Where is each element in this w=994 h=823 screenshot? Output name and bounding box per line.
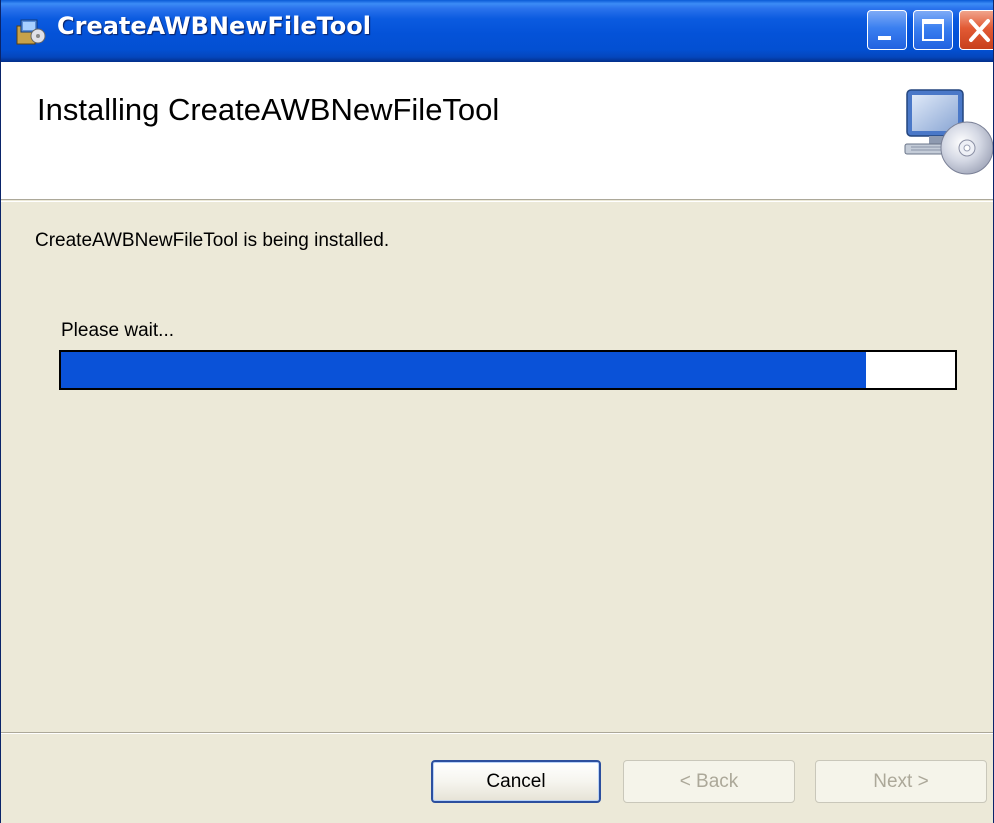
header-banner: Installing CreateAWBNewFileTool — [1, 62, 993, 200]
cancel-button[interactable]: Cancel — [431, 760, 601, 803]
minimize-icon — [878, 36, 891, 40]
footer-divider-highlight — [1, 733, 993, 734]
minimize-button[interactable] — [867, 10, 907, 50]
installer-package-icon — [16, 19, 46, 45]
install-progress-bar — [59, 350, 957, 390]
title-bar[interactable]: CreateAWBNewFileTool — [1, 0, 993, 62]
maximize-button[interactable] — [913, 10, 953, 50]
page-title: Installing CreateAWBNewFileTool — [37, 92, 500, 127]
close-button[interactable] — [959, 10, 993, 50]
close-icon — [969, 19, 990, 42]
install-status-text: CreateAWBNewFileTool is being installed. — [35, 230, 390, 251]
banner-divider — [1, 201, 993, 202]
window-title: CreateAWBNewFileTool — [57, 12, 371, 40]
maximize-icon — [922, 19, 944, 41]
computer-with-cd-icon — [904, 89, 993, 175]
installer-window: CreateAWBNewFileTool Installing CreateAW… — [0, 0, 994, 823]
back-button[interactable]: < Back — [623, 760, 795, 803]
progress-bar-fill — [61, 352, 866, 388]
please-wait-label: Please wait... — [61, 320, 174, 341]
next-button[interactable]: Next > — [815, 760, 987, 803]
